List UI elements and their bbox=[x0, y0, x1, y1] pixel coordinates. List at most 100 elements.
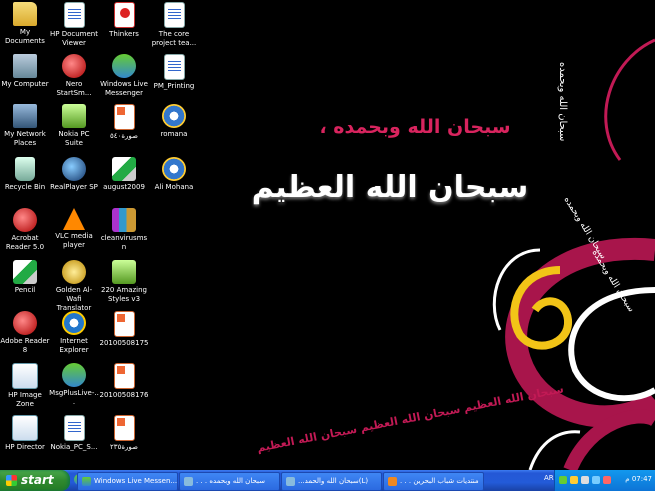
calligraphy-vertical-text: سبحان الله وبحمده bbox=[557, 62, 568, 142]
desktop-icon-msgplus[interactable]: MsgPlusLive-... bbox=[49, 363, 99, 407]
system-tray: 07:47 م bbox=[554, 470, 655, 491]
icon-label: HP Director bbox=[5, 443, 45, 451]
icon-label: My Network Places bbox=[4, 130, 46, 147]
browser-icon bbox=[388, 476, 397, 486]
network-tray-icon[interactable] bbox=[592, 476, 600, 484]
desktop-icon-golden-al-wafi[interactable]: Golden Al-Wafi Translator bbox=[49, 260, 99, 313]
icon-label: The core project tea... bbox=[151, 30, 197, 47]
desktop-icon-acrobat-reader[interactable]: Acrobat Reader 5.0 bbox=[0, 208, 50, 252]
desktop-icon-vlc[interactable]: VLC media player bbox=[49, 208, 99, 250]
volume-icon[interactable] bbox=[581, 476, 589, 484]
icon-label: RealPlayer SP bbox=[50, 183, 98, 191]
task-label: منتديات شباب البحرين . . . bbox=[400, 477, 479, 485]
desktop-icon-nokia-pc-suite[interactable]: Nokia PC Suite bbox=[49, 104, 99, 148]
taskbar-item-messenger[interactable]: Windows Live Messen... bbox=[77, 472, 178, 491]
icon-label: cleanvirusmsn bbox=[100, 234, 148, 251]
messenger-icon bbox=[112, 54, 136, 78]
icon-label: Thinkers bbox=[109, 30, 139, 38]
desktop[interactable]: سبحان الله وبحمده ، سبحان الله العظيم سب… bbox=[0, 0, 655, 470]
desktop-icon-nero[interactable]: Nero StartSm... bbox=[49, 54, 99, 98]
icon-label: Adobe Reader 8 bbox=[0, 337, 50, 354]
icon-label: Nokia PC Suite bbox=[58, 130, 90, 147]
recycle-bin-icon bbox=[15, 157, 35, 181]
desktop-icon-pencil[interactable]: Pencil bbox=[0, 260, 50, 295]
icon-label: Nero StartSm... bbox=[56, 80, 92, 97]
task-label: سبحان الله وبحمده . . . bbox=[196, 477, 265, 485]
icon-label: HP Document Viewer bbox=[50, 30, 98, 47]
desktop-icon-hp-image-zone[interactable]: HP Image Zone bbox=[0, 363, 50, 409]
language-indicator[interactable]: AR bbox=[544, 474, 554, 482]
word-document-icon bbox=[163, 2, 185, 28]
desktop-icon-realplayer[interactable]: RealPlayer SP bbox=[49, 157, 99, 192]
task-label: Windows Live Messen... bbox=[94, 477, 178, 485]
msgplus-icon bbox=[62, 363, 86, 387]
icon-label: 20100508176 bbox=[99, 391, 149, 399]
desktop-icon-internet-explorer[interactable]: Internet Explorer bbox=[49, 311, 99, 355]
icon-label: 20100508175 bbox=[99, 339, 149, 347]
tray-app-icon[interactable] bbox=[570, 476, 578, 484]
taskbar: start Windows Live Messen... سبحان الله … bbox=[0, 470, 655, 491]
taskbar-item-chat-2[interactable]: (L)سبحان الله والحمد... bbox=[281, 472, 382, 491]
desktop-icon-pm-printing[interactable]: PM_Printing bbox=[149, 54, 199, 91]
messenger-chat-icon bbox=[184, 476, 193, 486]
desktop-icon-220-amazing-styles[interactable]: 220 Amazing Styles v3 bbox=[99, 260, 149, 304]
windows-flag-icon bbox=[6, 475, 17, 486]
desktop-icon-windows-live-messenger[interactable]: Windows Live Messenger bbox=[99, 54, 149, 98]
icon-label: Golden Al-Wafi Translator bbox=[55, 286, 93, 312]
clock[interactable]: 07:47 م bbox=[625, 475, 652, 483]
realplayer-icon bbox=[62, 157, 86, 181]
start-button[interactable]: start bbox=[0, 470, 70, 491]
acrobat-icon bbox=[13, 208, 37, 232]
icon-label: HP Image Zone bbox=[8, 391, 42, 408]
powerpoint-icon bbox=[113, 363, 135, 389]
security-tray-icon[interactable] bbox=[603, 476, 611, 484]
desktop-icon-hp-director[interactable]: HP Director bbox=[0, 415, 50, 452]
desktop-icon-20100508176[interactable]: 20100508176 bbox=[99, 363, 149, 400]
hp-director-icon bbox=[12, 415, 38, 441]
desktop-icon-adobe-reader[interactable]: Adobe Reader 8 bbox=[0, 311, 50, 355]
desktop-icon-image-540[interactable]: صورة٥٤٠ bbox=[99, 104, 149, 141]
pdf-icon bbox=[113, 2, 135, 28]
desktop-icon-core-project[interactable]: The core project tea... bbox=[149, 2, 199, 48]
desktop-icon-my-documents[interactable]: My Documents bbox=[0, 2, 50, 46]
icon-label: Internet Explorer bbox=[59, 337, 89, 354]
nokia-icon bbox=[62, 104, 86, 128]
word-document-icon bbox=[163, 54, 185, 80]
desktop-icon-my-computer[interactable]: My Computer bbox=[0, 54, 50, 89]
icon-label: My Computer bbox=[1, 80, 49, 88]
icon-label: Ali Mohana bbox=[154, 183, 194, 191]
media-file-icon bbox=[162, 104, 186, 128]
desktop-icon-hp-document-viewer[interactable]: HP Document Viewer bbox=[49, 2, 99, 48]
calligraphy-line-2: سبحان الله العظيم bbox=[251, 170, 529, 205]
start-label: start bbox=[21, 473, 54, 487]
icon-label: VLC media player bbox=[55, 232, 93, 249]
messenger-chat-icon bbox=[286, 476, 295, 486]
messenger-tray-icon[interactable] bbox=[559, 476, 567, 484]
desktop-icon-image-235[interactable]: صورة٢٣٥ bbox=[99, 415, 149, 452]
icon-label: صورة٢٣٥ bbox=[110, 443, 138, 451]
desktop-icon-cleanvirusmsn[interactable]: cleanvirusmsn bbox=[99, 208, 149, 252]
calligraphy-line-1: سبحان الله وبحمده ، bbox=[319, 116, 511, 138]
network-icon bbox=[13, 104, 37, 128]
powerpoint-icon bbox=[113, 104, 135, 130]
desktop-icon-august2009[interactable]: august2009 bbox=[99, 157, 149, 192]
desktop-icon-thinkers[interactable]: Thinkers bbox=[99, 2, 149, 39]
desktop-icon-recycle-bin[interactable]: Recycle Bin bbox=[0, 157, 50, 192]
document-viewer-icon bbox=[63, 2, 85, 28]
desktop-icon-my-network-places[interactable]: My Network Places bbox=[0, 104, 50, 148]
icon-label: Nokia_PC_S... bbox=[50, 443, 98, 451]
desktop-icon-20100508175[interactable]: 20100508175 bbox=[99, 311, 149, 348]
computer-icon bbox=[13, 54, 37, 78]
taskbar-item-chat-1[interactable]: سبحان الله وبحمده . . . bbox=[179, 472, 280, 491]
icon-label: PM_Printing bbox=[153, 82, 195, 90]
image-file-icon bbox=[112, 260, 136, 284]
folder-icon bbox=[13, 2, 37, 26]
desktop-icon-romana[interactable]: romana bbox=[149, 104, 199, 139]
archive-icon bbox=[112, 208, 136, 232]
desktop-icon-nokia-installer[interactable]: Nokia_PC_S... bbox=[49, 415, 99, 452]
icon-label: My Documents bbox=[5, 28, 45, 45]
adobe-reader-icon bbox=[13, 311, 37, 335]
taskbar-item-browser[interactable]: منتديات شباب البحرين . . . bbox=[383, 472, 484, 491]
desktop-icon-ali-mohana[interactable]: Ali Mohana bbox=[149, 157, 199, 192]
icon-label: صورة٥٤٠ bbox=[110, 132, 138, 140]
